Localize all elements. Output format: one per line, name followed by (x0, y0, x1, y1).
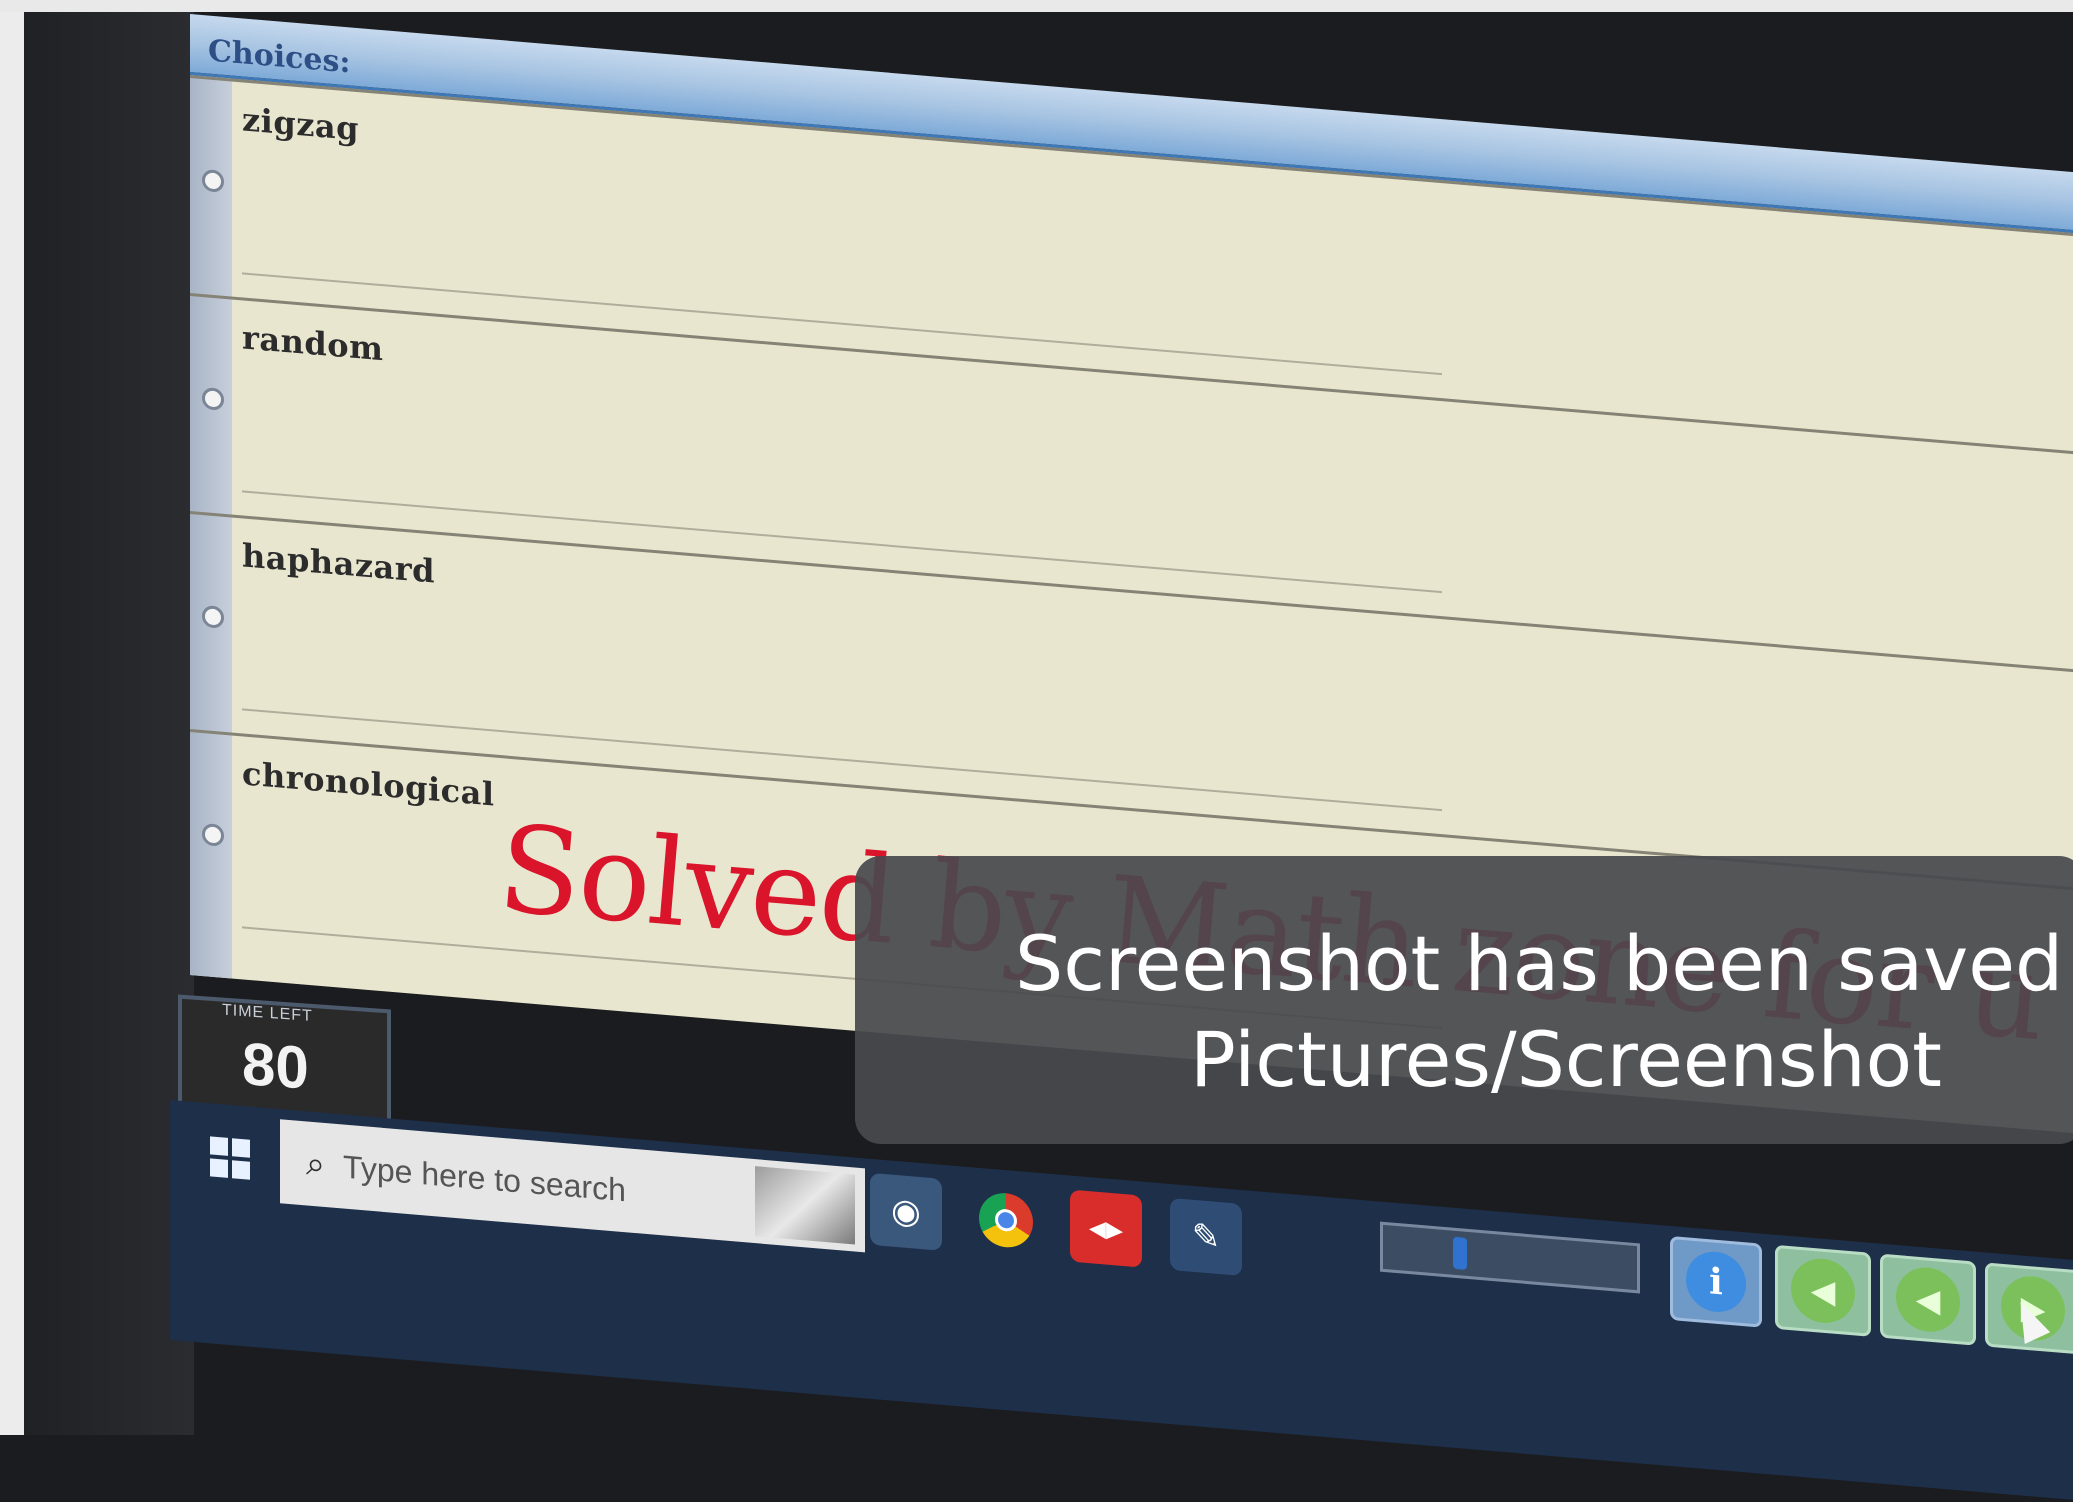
time-left-label: TIME LEFT (222, 1001, 313, 1025)
screenshot-saved-toast: Screenshot has been saved to Pictures/Sc… (855, 856, 2073, 1144)
previous-button[interactable]: ◀ (1880, 1253, 1976, 1346)
skip-back-icon: ◀ (1791, 1256, 1855, 1326)
choice-label: chronological (242, 754, 495, 814)
volume-slider[interactable] (1380, 1221, 1640, 1294)
search-placeholder: Type here to search (343, 1148, 626, 1208)
choice-label: zigzag (242, 100, 359, 149)
radio-button[interactable] (202, 823, 224, 847)
search-icon: ⌕ (306, 1143, 326, 1184)
camera-icon[interactable]: ◉ (870, 1172, 942, 1251)
chrome-icon[interactable] (970, 1181, 1042, 1259)
info-button[interactable]: i (1670, 1235, 1762, 1328)
choice-label: haphazard (242, 536, 436, 591)
background-wall (0, 12, 24, 1435)
choice-label: random (242, 318, 384, 369)
windows-icon (210, 1136, 250, 1180)
radio-button[interactable] (202, 605, 224, 629)
start-button[interactable] (190, 1120, 270, 1197)
toast-line-2: Pictures/Screenshot (1190, 1015, 1942, 1104)
first-question-button[interactable]: ◀ (1775, 1244, 1871, 1337)
app-red-icon[interactable]: ◂▸ (1070, 1189, 1142, 1268)
info-icon: i (1686, 1249, 1746, 1315)
time-left-value: 80 (242, 1030, 309, 1102)
choices-title: Choices: (208, 33, 351, 81)
monitor-bezel (24, 12, 194, 1435)
search-highlight-image (755, 1166, 855, 1245)
volume-slider-thumb[interactable] (1453, 1236, 1467, 1270)
toast-line-1: Screenshot has been saved to (1015, 919, 2073, 1008)
top-strip (0, 0, 2073, 12)
radio-button[interactable] (202, 169, 224, 193)
back-arrow-icon: ◀ (1896, 1264, 1960, 1335)
toast-message: Screenshot has been saved to Pictures/Sc… (1015, 916, 2073, 1108)
radio-button[interactable] (202, 387, 224, 411)
eraser-icon[interactable]: ✎ (1170, 1197, 1242, 1277)
